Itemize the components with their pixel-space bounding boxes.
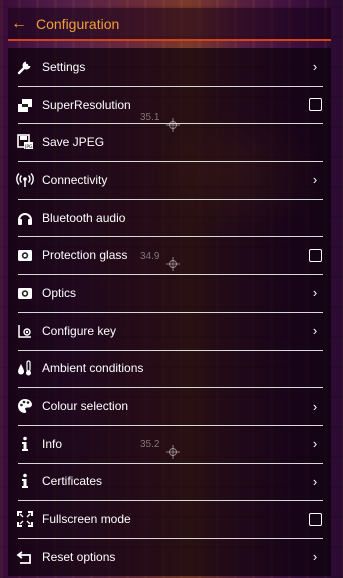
menu-item-label: Reset options (42, 549, 116, 564)
menu-item-settings[interactable]: Settings › (8, 48, 331, 86)
superresolution-checkbox[interactable] (309, 98, 322, 112)
info-icon (16, 472, 34, 490)
configuration-menu: Settings › SuperResolution JPG Save JPEG… (8, 48, 331, 576)
menu-item-bluetooth-audio[interactable]: Bluetooth audio (8, 198, 331, 237)
svg-text:JPG: JPG (24, 144, 33, 150)
menu-item-colour-selection[interactable]: Colour selection › (8, 387, 331, 425)
menu-item-info[interactable]: Info › (8, 424, 331, 463)
menu-item-label: Certificates (42, 474, 103, 489)
back-arrow-icon[interactable]: ← (11, 15, 29, 32)
menu-item-certificates[interactable]: Certificates › (8, 462, 331, 501)
chevron-right-icon: › (312, 323, 318, 339)
menu-item-label: Connectivity (42, 172, 108, 187)
reset-icon (16, 548, 34, 566)
chevron-right-icon: › (312, 285, 318, 301)
chevron-right-icon: › (312, 398, 318, 414)
wireless-icon (16, 171, 34, 189)
menu-item-fullscreen-mode[interactable]: Fullscreen mode (8, 500, 331, 538)
menu-item-label: SuperResolution (42, 97, 131, 112)
thermal-camera-screen: ← Configuration Settings › SuperResoluti… (0, 0, 343, 578)
save-jpeg-icon: JPG (16, 133, 34, 151)
info-icon (16, 435, 34, 453)
camera-icon (16, 284, 34, 302)
fullscreen-mode-checkbox[interactable] (309, 512, 322, 526)
menu-item-reset-options[interactable]: Reset options › (8, 537, 331, 576)
superresolution-icon (16, 96, 34, 114)
wrench-icon (16, 58, 34, 76)
chevron-right-icon: › (312, 473, 318, 489)
menu-item-protection-glass[interactable]: Protection glass (8, 236, 331, 274)
configure-key-icon (16, 322, 34, 340)
menu-item-label: Bluetooth audio (42, 210, 126, 225)
humidity-thermometer-icon (16, 359, 34, 377)
chevron-right-icon: › (312, 436, 318, 452)
chevron-right-icon: › (312, 59, 318, 75)
menu-item-label: Save JPEG (42, 135, 105, 150)
menu-item-superresolution[interactable]: SuperResolution (8, 85, 331, 124)
palette-icon (16, 397, 34, 415)
chevron-right-icon: › (312, 549, 318, 565)
header-bar: ← Configuration (8, 8, 331, 41)
menu-item-connectivity[interactable]: Connectivity › (8, 161, 331, 199)
page-title: Configuration (36, 15, 120, 32)
menu-item-label: Info (42, 436, 63, 451)
menu-item-label: Fullscreen mode (42, 512, 131, 527)
camera-icon (16, 246, 34, 264)
menu-item-label: Colour selection (42, 399, 129, 414)
menu-item-label: Protection glass (42, 248, 128, 263)
headphones-icon (16, 209, 34, 227)
menu-item-optics[interactable]: Optics › (8, 274, 331, 312)
menu-item-label: Configure key (42, 323, 117, 338)
fullscreen-icon (16, 510, 34, 528)
menu-item-label: Optics (42, 285, 77, 300)
protection-glass-checkbox[interactable] (309, 248, 322, 262)
menu-item-label: Settings (42, 59, 86, 74)
menu-item-label: Ambient conditions (42, 361, 144, 376)
menu-item-ambient-conditions[interactable]: Ambient conditions (8, 349, 331, 388)
menu-item-configure-key[interactable]: Configure key › (8, 311, 331, 350)
menu-item-save-jpeg[interactable]: JPG Save JPEG (8, 123, 331, 161)
chevron-right-icon: › (312, 172, 318, 188)
